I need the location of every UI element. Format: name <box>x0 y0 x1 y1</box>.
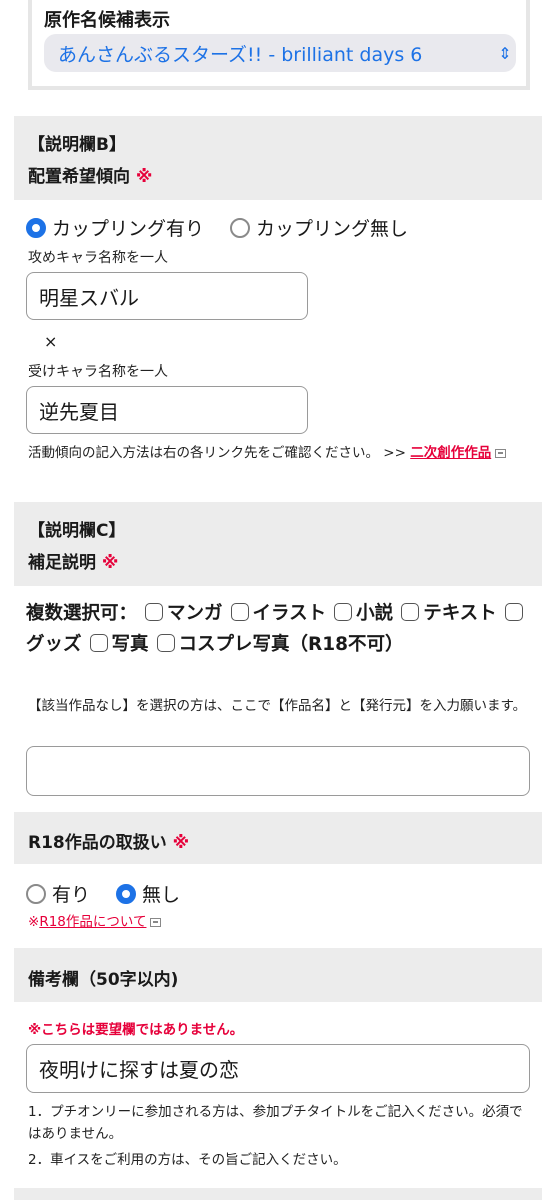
r18-title-text: R18作品の取扱い <box>28 833 167 853</box>
section-c-note: 【該当作品なし】を選択の方は、ここで【作品名】と【発行元】を入力願います。 <box>28 698 527 714</box>
radio-r18-yes[interactable] <box>26 883 46 904</box>
radio-coupling-no-label[interactable]: カップリング無し <box>256 214 408 241</box>
checkbox-photo[interactable] <box>89 634 108 652</box>
section-b-title: 配置希望傾向 ※ <box>28 162 152 187</box>
uke-input[interactable]: 逆先夏目 <box>26 386 308 434</box>
required-mark: ※ <box>135 167 153 187</box>
coupling-radio-group: カップリング有り カップリング無し <box>26 214 434 241</box>
section-b-note-text: 活動傾向の記入方法は右の各リンク先をご確認ください。 >> <box>28 445 411 461</box>
niji-sousaku-link[interactable]: 二次創作作品 <box>410 445 491 461</box>
radio-r18-no-label[interactable]: 無し <box>142 880 180 907</box>
required-mark: ※ <box>172 833 190 853</box>
checkbox-manga[interactable] <box>145 603 164 621</box>
remarks-note-1: 1．プチオンリーに参加される方は、参加プチタイトルをご記入ください。必須ではあり… <box>28 1104 523 1142</box>
source-title-selected: あんさんぶるスターズ!! - brilliant days 6 <box>58 43 423 66</box>
seme-input[interactable]: 明星スバル <box>26 272 308 320</box>
option-photo[interactable]: 写真 <box>112 634 149 655</box>
source-title-select[interactable]: あんさんぶるスターズ!! - brilliant days 6 ⇕ <box>44 34 516 72</box>
r18-header: R18作品の取扱い ※ <box>14 812 542 864</box>
multi-select-label: 複数選択可： <box>26 603 138 624</box>
option-text[interactable]: テキスト <box>423 603 496 624</box>
r18-link-prefix: ※ <box>28 914 40 930</box>
option-illust[interactable]: イラスト <box>253 603 327 624</box>
section-b-header: 【説明欄B】 配置希望傾向 ※ <box>14 116 542 200</box>
external-window-icon <box>150 917 162 927</box>
section-c-title-text: 補足説明 <box>28 553 96 573</box>
source-title-box: 原作名候補表示 あんさんぶるスターズ!! - brilliant days 6 … <box>28 0 530 90</box>
uke-value: 逆先夏目 <box>39 399 119 424</box>
radio-r18-no[interactable] <box>116 883 137 904</box>
required-mark: ※ <box>101 553 119 573</box>
next-section-band <box>14 1188 542 1200</box>
remarks-warning: ※こちらは要望欄ではありません。 <box>28 1022 244 1038</box>
r18-about-link[interactable]: R18作品について <box>39 914 146 930</box>
option-goods[interactable]: グッズ <box>26 634 82 655</box>
section-b-title-text: 配置希望傾向 <box>28 167 130 187</box>
checkbox-cosplay-photo[interactable] <box>156 634 175 652</box>
section-c-title: 補足説明 ※ <box>28 548 118 573</box>
radio-coupling-yes[interactable] <box>26 217 46 238</box>
section-b-heading: 【説明欄B】 <box>28 135 126 155</box>
radio-coupling-yes-label[interactable]: カップリング有り <box>52 214 204 241</box>
checkbox-illust[interactable] <box>230 603 249 621</box>
remarks-input[interactable]: 夜明けに探すは夏の恋 <box>26 1044 530 1093</box>
radio-r18-yes-label[interactable]: 有り <box>52 880 90 907</box>
r18-radio-group: 有り 無し <box>26 880 206 907</box>
chevron-updown-icon: ⇕ <box>498 43 512 63</box>
remarks-note-2: 2．車イスをご利用の方は、その旨ご記入ください。 <box>28 1152 347 1168</box>
checkbox-novel[interactable] <box>334 603 353 621</box>
checkbox-goods[interactable] <box>504 603 523 621</box>
section-b-note: 活動傾向の記入方法は右の各リンク先をご確認ください。 >> 二次創作作品 <box>28 442 528 464</box>
section-c-input[interactable] <box>26 746 530 796</box>
checkbox-text[interactable] <box>401 603 420 621</box>
section-c-header: 【説明欄C】 補足説明 ※ <box>14 502 542 586</box>
source-title-label: 原作名候補表示 <box>44 10 170 31</box>
remarks-header: 備考欄（50字以内) <box>14 948 542 1002</box>
uke-label: 受けキャラ名称を一人 <box>28 364 168 380</box>
seme-label: 攻めキャラ名称を一人 <box>28 250 168 266</box>
seme-value: 明星スバル <box>39 285 139 310</box>
option-cosplay-photo[interactable]: コスプレ写真（R18不可） <box>179 634 404 655</box>
option-novel[interactable]: 小説 <box>356 603 393 624</box>
option-manga[interactable]: マンガ <box>167 603 223 624</box>
times-symbol: × <box>44 332 58 351</box>
r18-title: R18作品の取扱い ※ <box>28 828 189 853</box>
r18-link-line: ※R18作品について <box>28 911 528 933</box>
radio-coupling-no[interactable] <box>230 217 251 238</box>
remarks-title: 備考欄（50字以内) <box>28 970 179 990</box>
genre-checkbox-group: 複数選択可： マンガ イラスト 小説 テキストグッズ 写真 コスプレ写真（R18不可） <box>26 598 531 660</box>
remarks-value: 夜明けに探すは夏の恋 <box>39 1058 239 1082</box>
external-window-icon <box>495 448 507 458</box>
section-c-heading: 【説明欄C】 <box>28 521 126 541</box>
